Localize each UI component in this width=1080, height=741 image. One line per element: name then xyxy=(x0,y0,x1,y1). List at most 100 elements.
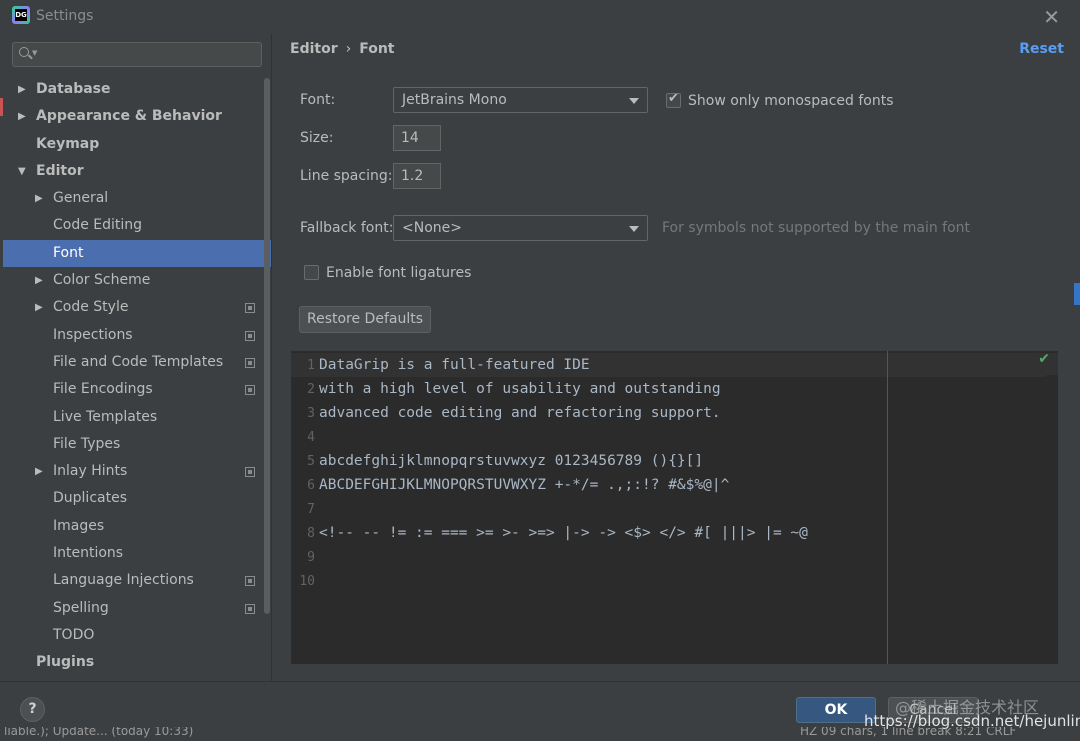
chevron-down-icon[interactable]: ▼ xyxy=(18,158,26,185)
sidebar-item-general[interactable]: ▶ General xyxy=(3,185,271,212)
fallback-font-label: Fallback font: xyxy=(300,220,394,236)
font-combobox[interactable]: JetBrains Mono xyxy=(393,87,648,113)
sidebar-item-file-types[interactable]: File Types xyxy=(3,431,271,458)
size-value: 14 xyxy=(401,130,419,146)
ligatures-checkbox[interactable] xyxy=(304,265,319,280)
preview-line-text: advanced code editing and refactoring su… xyxy=(319,405,721,421)
project-scope-icon xyxy=(245,330,255,341)
project-scope-icon xyxy=(245,467,255,478)
preview-line: 10 xyxy=(291,569,319,593)
background-status-right: HZ 09 chars, 1 line break 8:21 CRLF xyxy=(800,727,1017,738)
sidebar-item-file-encodings[interactable]: File Encodings xyxy=(3,376,271,403)
monospaced-label[interactable]: Show only monospaced fonts xyxy=(688,93,894,109)
preview-line: 2 with a high level of usability and outs… xyxy=(291,377,721,401)
preview-line-text: <!-- -- != := === >= >- >=> |-> -> <$> <… xyxy=(319,525,808,541)
font-settings-panel: Editor › Font Reset Font: JetBrains Mono S… xyxy=(271,34,1080,681)
sidebar-item-code-editing[interactable]: Code Editing xyxy=(3,212,271,239)
chevron-right-icon[interactable]: ▶ xyxy=(35,185,43,212)
sidebar-item-label: File and Code Templates xyxy=(53,353,224,370)
search-options-chevron-icon[interactable]: ▼ xyxy=(32,49,37,57)
sidebar-item-inspections[interactable]: Inspections xyxy=(3,322,271,349)
breadcrumb-separator: › xyxy=(345,41,352,57)
line-number: 5 xyxy=(307,454,315,469)
sidebar-item-label: Inspections xyxy=(53,326,133,343)
line-number: 4 xyxy=(307,430,315,445)
preview-line-text: abcdefghijklmnopqrstuvwxyz 0123456789 ()… xyxy=(319,453,704,469)
sidebar-item-spelling[interactable]: Spelling xyxy=(3,595,271,622)
breadcrumb: Editor › Font xyxy=(290,41,395,57)
size-label: Size: xyxy=(300,130,334,146)
sidebar-item-color-scheme[interactable]: ▶ Color Scheme xyxy=(3,267,271,294)
sidebar-item-label: Intentions xyxy=(53,545,124,562)
line-number: 7 xyxy=(307,502,315,517)
reset-link[interactable]: Reset xyxy=(1019,41,1064,57)
size-input[interactable]: 14 xyxy=(393,125,441,151)
datagrip-logo-icon: DG xyxy=(12,6,30,24)
sidebar-item-editor[interactable]: ▼ Editor xyxy=(3,158,271,185)
sidebar-item-inlay-hints[interactable]: ▶ Inlay Hints xyxy=(3,458,271,485)
ligatures-label[interactable]: Enable font ligatures xyxy=(326,265,471,281)
sidebar-item-images[interactable]: Images xyxy=(3,513,271,540)
sidebar-item-label: Live Templates xyxy=(53,408,158,425)
project-scope-icon xyxy=(245,576,255,587)
help-button[interactable]: ? xyxy=(20,697,45,722)
chevron-down-icon xyxy=(629,226,639,232)
sidebar-item-label: File Encodings xyxy=(53,381,153,398)
sidebar-item-duplicates[interactable]: Duplicates xyxy=(3,485,271,512)
close-icon[interactable]: ✕ xyxy=(1043,5,1060,29)
chevron-right-icon[interactable]: ▶ xyxy=(35,267,43,294)
sidebar-item-label: Duplicates xyxy=(53,490,127,507)
font-preview-editor[interactable]: ✔ 1 DataGrip is a full-featured IDE 2 with … xyxy=(291,351,1058,664)
sidebar-item-file-and-code-templates[interactable]: File and Code Templates xyxy=(3,349,271,376)
sidebar-item-code-style[interactable]: ▶ Code Style xyxy=(3,294,271,321)
preview-line-text: with a high level of usability and outst… xyxy=(319,381,721,397)
project-scope-icon xyxy=(245,385,255,396)
sidebar-item-language-injections[interactable]: Language Injections xyxy=(3,567,271,594)
sidebar-item-database[interactable]: ▶ Database xyxy=(3,76,271,103)
right-margin-guide xyxy=(887,351,888,664)
preview-line: 9 xyxy=(291,545,319,569)
sidebar-item-plugins[interactable]: Plugins xyxy=(3,649,271,676)
title-bar: DG Settings ✕ xyxy=(0,0,1080,34)
editor-scroll-strip[interactable] xyxy=(1046,375,1058,664)
settings-sidebar: ▼ ▶ Database ▶ Appearance & Behavior Keymap ▼… xyxy=(3,34,271,681)
sidebar-item-label: Spelling xyxy=(53,599,109,616)
sidebar-item-keymap[interactable]: Keymap xyxy=(3,131,271,158)
background-edge-marker xyxy=(1074,283,1080,305)
preview-line: 1 DataGrip is a full-featured IDE xyxy=(291,353,589,377)
sidebar-scrollbar[interactable] xyxy=(264,78,270,614)
sidebar-item-font[interactable]: Font xyxy=(3,239,271,268)
font-value: JetBrains Mono xyxy=(402,92,507,108)
sidebar-item-live-templates[interactable]: Live Templates xyxy=(3,404,271,431)
sidebar-item-label: General xyxy=(53,190,109,207)
preview-line-text: ABCDEFGHIJKLMNOPQRSTUVWXYZ +-*/= .,;:!? … xyxy=(319,477,730,493)
line-number: 2 xyxy=(307,382,315,397)
project-scope-icon xyxy=(245,303,255,314)
search-box[interactable]: ▼ xyxy=(12,42,262,67)
sidebar-item-label: Inlay Hints xyxy=(53,463,128,480)
settings-tree: ▶ Database ▶ Appearance & Behavior Keymap ▼ Ed… xyxy=(3,76,271,677)
chevron-right-icon[interactable]: ▶ xyxy=(35,458,43,485)
chevron-right-icon[interactable]: ▶ xyxy=(35,294,43,321)
sidebar-item-label: Images xyxy=(53,517,105,534)
preview-line: 5 abcdefghijklmnopqrstuvwxyz 0123456789 (… xyxy=(291,449,703,473)
line-spacing-input[interactable]: 1.2 xyxy=(393,163,441,189)
sidebar-item-todo[interactable]: TODO xyxy=(3,622,271,649)
breadcrumb-parent[interactable]: Editor xyxy=(290,41,338,57)
chevron-right-icon[interactable]: ▶ xyxy=(18,103,26,130)
restore-defaults-button[interactable]: Restore Defaults xyxy=(299,306,431,333)
line-number: 1 xyxy=(307,358,315,373)
sidebar-item-label: Database xyxy=(36,81,111,97)
fallback-font-combobox[interactable]: <None> xyxy=(393,215,648,241)
line-spacing-label: Line spacing: xyxy=(300,168,393,184)
monospaced-checkbox[interactable] xyxy=(666,91,681,108)
search-input[interactable] xyxy=(43,45,253,64)
sidebar-item-label: Language Injections xyxy=(53,572,194,589)
font-label: Font: xyxy=(300,92,336,108)
sidebar-item-intentions[interactable]: Intentions xyxy=(3,540,271,567)
sidebar-item-appearance-behavior[interactable]: ▶ Appearance & Behavior xyxy=(3,103,271,130)
line-number: 6 xyxy=(307,478,315,493)
line-number: 3 xyxy=(307,406,315,421)
chevron-right-icon[interactable]: ▶ xyxy=(18,76,26,103)
background-status-bar: liable.); Update... (today 10:33) HZ 09 … xyxy=(0,727,1080,741)
